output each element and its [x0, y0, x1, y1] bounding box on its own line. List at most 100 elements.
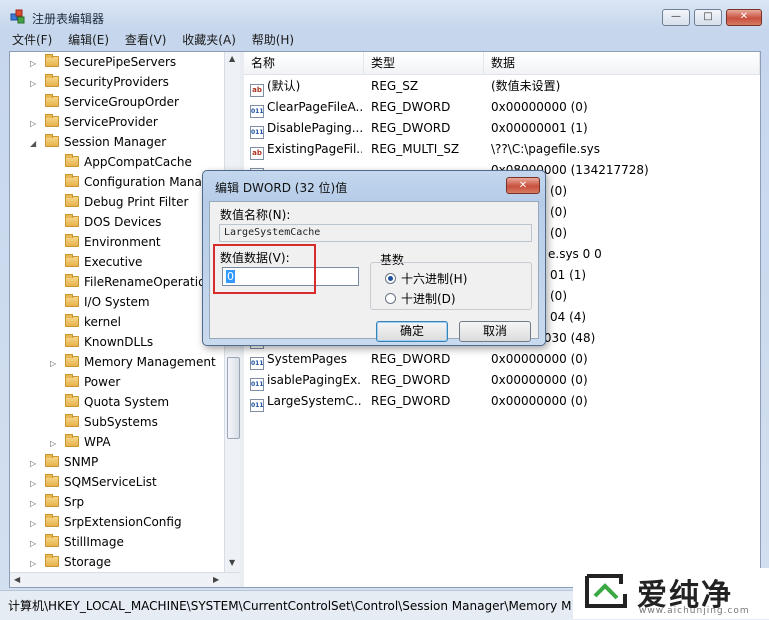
expand-arrow-icon[interactable]: ▷	[30, 474, 39, 494]
hex-radio[interactable]	[385, 273, 396, 284]
expand-arrow-icon[interactable]: ▷	[30, 534, 39, 554]
tree-item[interactable]: Debug Print Filter	[50, 192, 188, 212]
close-button[interactable]: ✕	[726, 9, 762, 26]
tree-item[interactable]: SubSystems	[50, 412, 158, 432]
column-type[interactable]: 类型	[364, 52, 484, 74]
tree-item[interactable]: FileRenameOperations	[50, 272, 219, 292]
list-row[interactable]: 011 isablePagingEx... REG_DWORD 0x00000000 …	[244, 370, 760, 391]
tree-item[interactable]: ▷ SrpExtensionConfig	[30, 512, 182, 532]
tree-item[interactable]: I/O System	[50, 292, 150, 312]
tree-item-label[interactable]: Power	[84, 375, 120, 389]
scroll-up-icon[interactable]: ▲	[229, 54, 235, 63]
tree-item-label[interactable]: ServiceGroupOrder	[64, 95, 179, 109]
menu-edit[interactable]: 编辑(E)	[62, 31, 115, 49]
tree-item-label[interactable]: SubSystems	[84, 415, 158, 429]
expand-arrow-icon[interactable]: ▷	[30, 74, 39, 94]
expand-arrow-icon[interactable]: ▷	[30, 554, 39, 574]
tree-horizontal-scrollbar[interactable]: ◀ ▶	[10, 572, 240, 587]
tree-item-label[interactable]: I/O System	[84, 295, 150, 309]
tree-item[interactable]: ▷ SecurePipeServers	[30, 52, 176, 72]
minimize-button[interactable]: —	[662, 9, 690, 26]
list-row[interactable]: 011 DisablePaging... REG_DWORD 0x00000001 (…	[244, 118, 760, 139]
tree-item[interactable]: Executive	[50, 252, 142, 272]
tree-item[interactable]: ◢ Session Manager	[30, 132, 166, 152]
tree-item-label[interactable]: Memory Management	[84, 355, 216, 369]
hex-radio-label[interactable]: 十六进制(H)	[401, 270, 467, 287]
column-data[interactable]: 数据	[484, 52, 760, 74]
menu-file[interactable]: 文件(F)	[6, 31, 58, 49]
tree-item[interactable]: ▷ SQMServiceList	[30, 472, 157, 492]
tree-item-label[interactable]: Storage	[64, 555, 111, 569]
ok-button[interactable]: 确定	[376, 321, 448, 342]
scroll-down-icon[interactable]: ▼	[229, 558, 235, 567]
column-name[interactable]: 名称	[244, 52, 364, 74]
menu-help[interactable]: 帮助(H)	[246, 31, 300, 49]
dialog-close-button[interactable]: ✕	[506, 177, 540, 194]
expand-arrow-icon[interactable]: ▷	[30, 54, 39, 74]
tree-item[interactable]: DOS Devices	[50, 212, 161, 232]
folder-icon	[65, 174, 79, 187]
tree-item-label[interactable]: StillImage	[64, 535, 124, 549]
list-row[interactable]: 011 ClearPageFileA... REG_DWORD 0x00000000 …	[244, 97, 760, 118]
tree-item-label[interactable]: SecurityProviders	[64, 75, 169, 89]
expand-arrow-icon[interactable]: ◢	[30, 134, 39, 154]
tree-item[interactable]: Quota System	[50, 392, 169, 412]
tree-item-label[interactable]: SQMServiceList	[64, 475, 157, 489]
tree-item[interactable]: KnownDLLs	[50, 332, 153, 352]
tree-item-label[interactable]: AppCompatCache	[84, 155, 192, 169]
tree-item[interactable]: ▷ SNMP	[30, 452, 98, 472]
tree-item[interactable]: ▷ StillImage	[30, 532, 124, 552]
scroll-thumb[interactable]	[227, 357, 240, 439]
scroll-right-icon[interactable]: ▶	[213, 575, 219, 584]
binary-value-icon: 011	[250, 399, 264, 412]
tree-item-label[interactable]: KnownDLLs	[84, 335, 153, 349]
expand-arrow-icon[interactable]: ▷	[30, 454, 39, 474]
tree-item[interactable]: ▷ Storage	[30, 552, 111, 572]
tree-item[interactable]: Power	[50, 372, 120, 392]
tree-item-label[interactable]: Srp	[64, 495, 84, 509]
tree-item-label[interactable]: FileRenameOperations	[84, 275, 219, 289]
tree-item-label[interactable]: SrpExtensionConfig	[64, 515, 182, 529]
dec-radio-label[interactable]: 十进制(D)	[401, 290, 456, 307]
value-data-cell: (0)	[550, 226, 567, 240]
tree-item[interactable]: kernel	[50, 312, 121, 332]
scroll-left-icon[interactable]: ◀	[14, 575, 20, 584]
list-row[interactable]: 011 SystemPages REG_DWORD 0x00000000 (0)	[244, 349, 760, 370]
expand-arrow-icon[interactable]: ▷	[30, 114, 39, 134]
tree-item-label[interactable]: Quota System	[84, 395, 169, 409]
list-row[interactable]: 011 LargeSystemC... REG_DWORD 0x00000000 (0…	[244, 391, 760, 412]
tree-item[interactable]: ▷ ServiceProvider	[30, 112, 158, 132]
tree-item-label[interactable]: kernel	[84, 315, 121, 329]
expand-arrow-icon[interactable]: ▷	[30, 494, 39, 514]
tree-item[interactable]: ▷ Memory Management	[50, 352, 216, 372]
tree-item[interactable]: ▷ Srp	[30, 492, 84, 512]
expand-arrow-icon[interactable]: ▷	[50, 354, 59, 374]
tree-item[interactable]: ▷ WPA	[50, 432, 111, 452]
list-row[interactable]: ab (默认) REG_SZ (数值未设置)	[244, 76, 760, 97]
folder-icon	[65, 274, 79, 287]
expand-arrow-icon[interactable]: ▷	[30, 514, 39, 534]
value-name: (默认)	[267, 79, 301, 93]
tree-item-label[interactable]: ServiceProvider	[64, 115, 158, 129]
dec-radio[interactable]	[385, 293, 396, 304]
tree-item-label[interactable]: SNMP	[64, 455, 98, 469]
tree-item-label[interactable]: Debug Print Filter	[84, 195, 188, 209]
tree-item[interactable]: Configuration Manager	[50, 172, 222, 192]
cancel-button[interactable]: 取消	[459, 321, 531, 342]
tree-item[interactable]: AppCompatCache	[50, 152, 192, 172]
tree-item-label[interactable]: Environment	[84, 235, 161, 249]
watermark-logo-icon	[585, 574, 627, 608]
tree-item-label[interactable]: Session Manager	[64, 135, 166, 149]
maximize-button[interactable]: □	[694, 9, 722, 26]
list-row[interactable]: ab ExistingPageFil... REG_MULTI_SZ \??\C:\p…	[244, 139, 760, 160]
tree-item-label[interactable]: SecurePipeServers	[64, 55, 176, 69]
tree-item-label[interactable]: Executive	[84, 255, 142, 269]
tree-item[interactable]: ServiceGroupOrder	[30, 92, 179, 112]
tree-item-label[interactable]: WPA	[84, 435, 111, 449]
expand-arrow-icon[interactable]: ▷	[50, 434, 59, 454]
menu-view[interactable]: 查看(V)	[119, 31, 173, 49]
menu-favorites[interactable]: 收藏夹(A)	[176, 31, 242, 49]
tree-item[interactable]: Environment	[50, 232, 161, 252]
tree-item-label[interactable]: DOS Devices	[84, 215, 161, 229]
tree-item[interactable]: ▷ SecurityProviders	[30, 72, 169, 92]
